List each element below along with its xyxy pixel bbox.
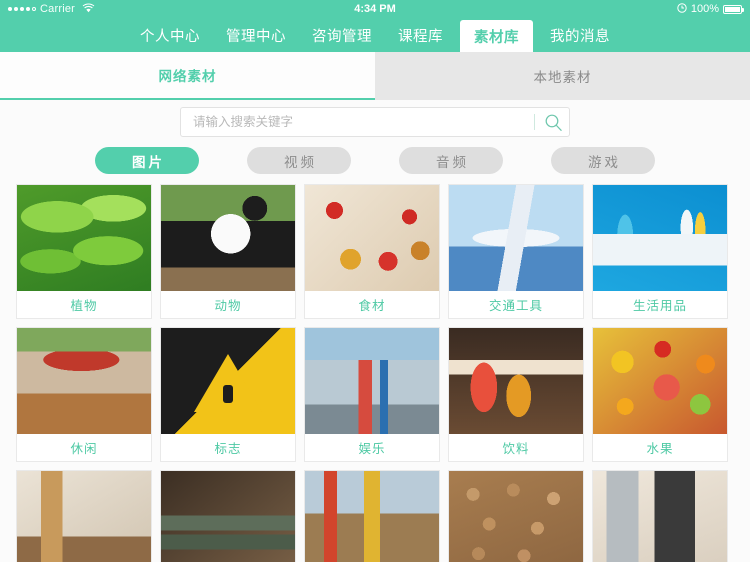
filter-pill-group: 图片 视频 音频 游戏	[0, 138, 750, 184]
material-card[interactable]: 休闲	[16, 327, 152, 462]
material-caption: 交通工具	[488, 299, 543, 313]
nav-item-personal[interactable]: 个人中心	[127, 18, 213, 52]
material-caption: 娱乐	[358, 442, 386, 456]
status-bar-left: Carrier	[8, 3, 95, 16]
material-thumbnail	[593, 471, 727, 562]
top-navigation: 个人中心 管理中心 咨询管理 课程库 素材库 我的消息	[0, 18, 750, 52]
search-bar-region	[0, 100, 750, 138]
wifi-icon	[82, 3, 95, 16]
material-grid: 植物 动物 食材 交通工具 生活用品 休闲 标志 娱乐 饮料 水果	[0, 184, 750, 562]
signal-strength-icon	[8, 7, 36, 11]
material-caption: 休闲	[70, 442, 98, 456]
material-card[interactable]: 娱乐	[304, 327, 440, 462]
material-thumbnail	[161, 185, 295, 291]
material-caption: 植物	[70, 299, 98, 313]
material-thumbnail	[593, 185, 727, 291]
material-card[interactable]	[16, 470, 152, 562]
tab-network-materials[interactable]: 网络素材	[0, 52, 375, 100]
material-card[interactable]: 水果	[592, 327, 728, 462]
material-thumbnail	[17, 185, 151, 291]
material-thumbnail	[17, 328, 151, 434]
material-caption: 水果	[646, 442, 674, 456]
material-thumbnail	[449, 328, 583, 434]
material-card[interactable]: 生活用品	[592, 184, 728, 319]
material-card[interactable]: 交通工具	[448, 184, 584, 319]
nav-item-consult[interactable]: 咨询管理	[299, 18, 385, 52]
search-input[interactable]	[193, 115, 534, 129]
status-bar-time: 4:34 PM	[354, 3, 396, 15]
search-box[interactable]	[180, 107, 570, 137]
material-thumbnail	[593, 328, 727, 434]
material-thumbnail	[449, 471, 583, 562]
material-card[interactable]: 饮料	[448, 327, 584, 462]
tab-local-materials[interactable]: 本地素材	[375, 52, 750, 100]
material-card[interactable]	[160, 470, 296, 562]
status-bar-right: 100%	[677, 2, 744, 16]
filter-pill-game[interactable]: 游戏	[551, 147, 655, 174]
search-icon[interactable]	[544, 113, 563, 132]
material-caption: 生活用品	[632, 299, 687, 313]
material-thumbnail	[161, 328, 295, 434]
material-card[interactable]: 标志	[160, 327, 296, 462]
material-card[interactable]: 植物	[16, 184, 152, 319]
nav-item-courses[interactable]: 课程库	[385, 18, 456, 52]
material-thumbnail	[305, 185, 439, 291]
nav-item-messages[interactable]: 我的消息	[537, 18, 623, 52]
material-caption: 动物	[214, 299, 242, 313]
nav-item-admin[interactable]: 管理中心	[213, 18, 299, 52]
search-divider	[534, 114, 535, 130]
nav-item-materials[interactable]: 素材库	[460, 20, 533, 52]
material-thumbnail	[449, 185, 583, 291]
material-thumbnail	[17, 471, 151, 562]
filter-pill-image[interactable]: 图片	[95, 147, 199, 174]
material-caption: 标志	[214, 442, 242, 456]
material-thumbnail	[161, 471, 295, 562]
battery-icon	[723, 4, 744, 14]
alarm-icon	[677, 2, 687, 16]
material-card[interactable]: 食材	[304, 184, 440, 319]
material-card[interactable]: 动物	[160, 184, 296, 319]
material-card[interactable]	[592, 470, 728, 562]
material-caption: 饮料	[502, 442, 530, 456]
status-bar: Carrier 4:34 PM 100%	[0, 0, 750, 18]
material-thumbnail	[305, 328, 439, 434]
material-caption: 食材	[358, 299, 386, 313]
material-thumbnail	[305, 471, 439, 562]
carrier-label: Carrier	[40, 3, 76, 15]
material-card[interactable]	[304, 470, 440, 562]
filter-pill-audio[interactable]: 音频	[399, 147, 503, 174]
battery-percent-label: 100%	[690, 3, 719, 15]
sub-tab-bar: 网络素材 本地素材	[0, 52, 750, 100]
material-card[interactable]	[448, 470, 584, 562]
filter-pill-video[interactable]: 视频	[247, 147, 351, 174]
